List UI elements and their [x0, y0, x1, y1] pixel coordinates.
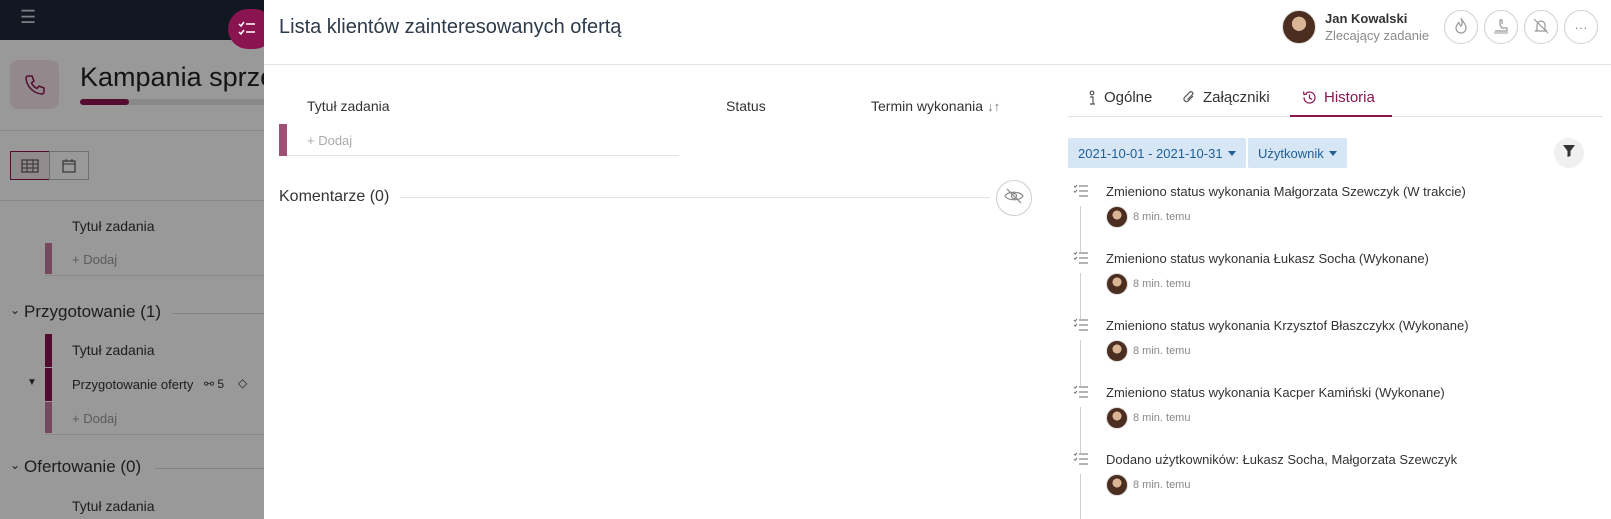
page-title: Lista klientów zainteresowanych ofertą: [279, 16, 622, 38]
more-options-button[interactable]: ···: [1564, 10, 1598, 44]
assigner-user[interactable]: Jan Kowalski Zlecający zadanie: [1282, 10, 1429, 44]
sort-icon[interactable]: ↓↑: [987, 99, 1000, 114]
history-time: 8 min. temu: [1133, 412, 1191, 424]
history-text: Zmieniono status wykonania Krzysztof Bła…: [1106, 318, 1469, 333]
active-tab-indicator: [1290, 115, 1392, 117]
history-item: Zmieniono status wykonania Łukasz Socha …: [1068, 251, 1598, 320]
history-item: Dodano użytkowników: Łukasz Socha, Małgo…: [1068, 452, 1598, 519]
history-item: Zmieniono status wykonania Krzysztof Bła…: [1068, 318, 1598, 387]
panel-header: Lista klientów zainteresowanych ofertą J…: [264, 0, 1611, 65]
tab-history[interactable]: Historia: [1302, 89, 1375, 106]
avatar: [1106, 340, 1128, 362]
history-text: Zmieniono status wykonania Kacper Kamińs…: [1106, 385, 1445, 400]
date-range-filter[interactable]: 2021-10-01 - 2021-10-31: [1068, 138, 1246, 168]
history-text: Zmieniono status wykonania Małgorzata Sz…: [1106, 184, 1466, 199]
column-header-title[interactable]: Tytuł zadania: [307, 98, 390, 114]
priority-button[interactable]: [1444, 10, 1478, 44]
history-item: Zmieniono status wykonania Kacper Kamińs…: [1068, 385, 1598, 454]
task-detail-panel: Lista klientów zainteresowanych ofertą J…: [264, 0, 1611, 519]
checklist-icon: [1073, 184, 1089, 203]
checklist-icon: [1073, 452, 1089, 471]
history-time: 8 min. temu: [1133, 479, 1191, 491]
paperclip-icon: [1182, 90, 1196, 106]
tab-general[interactable]: Ogólne: [1087, 89, 1152, 106]
unassign-button[interactable]: [1484, 10, 1518, 44]
bell-off-icon: [1532, 17, 1550, 38]
add-subtask-row[interactable]: + Dodaj: [279, 124, 679, 156]
avatar: [1282, 10, 1316, 44]
history-time: 8 min. temu: [1133, 211, 1191, 223]
history-time: 8 min. temu: [1133, 278, 1191, 290]
avatar: [1106, 273, 1128, 295]
tab-attachments[interactable]: Załączniki: [1182, 89, 1270, 106]
hide-comments-button[interactable]: [996, 180, 1032, 216]
comments-heading: Komentarze (0): [279, 188, 390, 205]
filter-icon: [1562, 144, 1576, 163]
column-header-status[interactable]: Status: [726, 98, 766, 114]
avatar: [1106, 474, 1128, 496]
history-text: Zmieniono status wykonania Łukasz Socha …: [1106, 251, 1429, 266]
history-time: 8 min. temu: [1133, 345, 1191, 357]
chevron-down-icon: [1227, 150, 1236, 156]
history-text: Dodano użytkowników: Łukasz Socha, Małgo…: [1106, 452, 1458, 467]
user-role: Zlecający zadanie: [1325, 28, 1430, 43]
add-subtask-link[interactable]: + Dodaj: [307, 133, 352, 148]
checklist-icon: [1073, 251, 1089, 270]
more-icon: ···: [1574, 19, 1588, 35]
mute-notifications-button[interactable]: [1524, 10, 1558, 44]
column-header-deadline[interactable]: Termin wykonania ↓↑: [871, 98, 1000, 114]
eye-off-icon: [1004, 188, 1024, 209]
avatar: [1106, 206, 1128, 228]
checklist-icon: [1073, 318, 1089, 337]
history-item: Zmieniono status wykonania Małgorzata Sz…: [1068, 184, 1598, 253]
avatar: [1106, 407, 1128, 429]
user-filter[interactable]: Użytkownik: [1248, 138, 1347, 168]
checklist-icon: [1073, 385, 1089, 404]
hand-off-icon: [1492, 18, 1510, 37]
chevron-down-icon: [1328, 150, 1337, 156]
info-icon: [1087, 90, 1097, 106]
user-name: Jan Kowalski: [1325, 11, 1408, 26]
history-icon: [1302, 90, 1317, 105]
filter-button[interactable]: [1554, 138, 1584, 168]
flame-icon: [1453, 17, 1469, 38]
